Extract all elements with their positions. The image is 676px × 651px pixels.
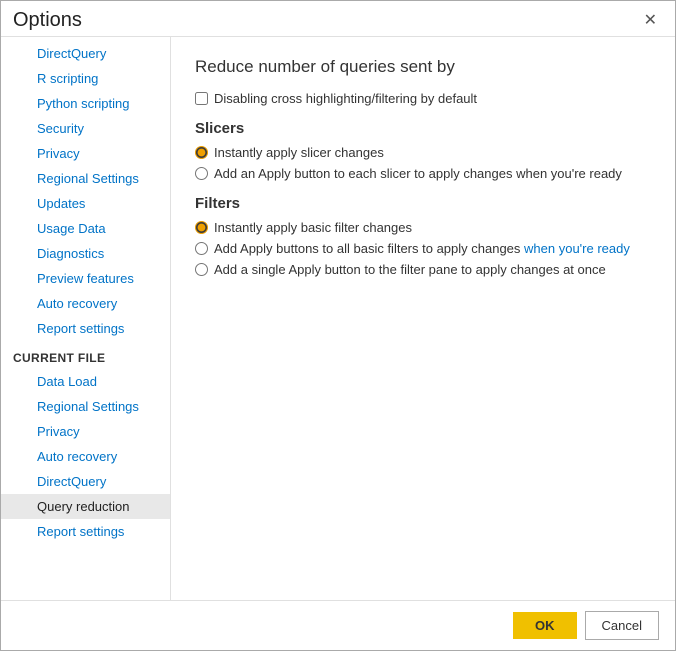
radio-label-instantly-filter: Instantly apply basic filter changes <box>214 220 412 235</box>
sidebar-item-directquery[interactable]: DirectQuery <box>1 41 170 66</box>
highlight-text: when you're ready <box>524 241 630 256</box>
radio-label-single-apply-filter: Add a single Apply button to the filter … <box>214 262 606 277</box>
sidebar-item-data-load[interactable]: Data Load <box>1 369 170 394</box>
radio-apply-button-slicer[interactable] <box>195 167 208 180</box>
sidebar-item-cf-regional-settings[interactable]: Regional Settings <box>1 394 170 419</box>
radio-label-instantly-slicer: Instantly apply slicer changes <box>214 145 384 160</box>
radio-label-apply-buttons-filters: Add Apply buttons to all basic filters t… <box>214 241 630 256</box>
radio-row-single-apply-filter: Add a single Apply button to the filter … <box>195 262 651 277</box>
filters-radio-group: Instantly apply basic filter changes Add … <box>195 220 651 277</box>
sidebar-item-privacy[interactable]: Privacy <box>1 141 170 166</box>
sidebar-scroll[interactable]: DirectQueryR scriptingPython scriptingSe… <box>1 37 170 600</box>
radio-row-apply-button-slicer: Add an Apply button to each slicer to ap… <box>195 166 651 181</box>
sidebar-item-usage-data[interactable]: Usage Data <box>1 216 170 241</box>
radio-label-apply-button-slicer: Add an Apply button to each slicer to ap… <box>214 166 622 181</box>
sidebar-item-auto-recovery[interactable]: Auto recovery <box>1 291 170 316</box>
content-area: Reduce number of queries sent by Disabli… <box>171 37 675 600</box>
title-bar: Options ✕ <box>1 1 675 36</box>
radio-instantly-slicer[interactable] <box>195 146 208 159</box>
sidebar-item-cf-query-reduction[interactable]: Query reduction <box>1 494 170 519</box>
sidebar-item-preview-features[interactable]: Preview features <box>1 266 170 291</box>
current-file-nav: Data LoadRegional SettingsPrivacyAuto re… <box>1 369 170 544</box>
sidebar: DirectQueryR scriptingPython scriptingSe… <box>1 37 171 600</box>
sidebar-item-security[interactable]: Security <box>1 116 170 141</box>
radio-single-apply-filter[interactable] <box>195 263 208 276</box>
close-button[interactable]: ✕ <box>638 11 663 31</box>
sidebar-item-report-settings[interactable]: Report settings <box>1 316 170 341</box>
sidebar-item-cf-directquery[interactable]: DirectQuery <box>1 469 170 494</box>
dialog-body: DirectQueryR scriptingPython scriptingSe… <box>1 36 675 600</box>
slicers-title: Slicers <box>195 120 651 137</box>
checkbox-row: Disabling cross highlighting/filtering b… <box>195 91 651 106</box>
radio-row-instantly-filter: Instantly apply basic filter changes <box>195 220 651 235</box>
options-dialog: Options ✕ DirectQueryR scriptingPython s… <box>0 0 676 651</box>
radio-row-instantly-slicer: Instantly apply slicer changes <box>195 145 651 160</box>
sidebar-item-r-scripting[interactable]: R scripting <box>1 66 170 91</box>
slicers-radio-group: Instantly apply slicer changes Add an App… <box>195 145 651 181</box>
cross-highlighting-checkbox[interactable] <box>195 92 208 105</box>
radio-instantly-filter[interactable] <box>195 221 208 234</box>
cancel-button[interactable]: Cancel <box>585 611 659 640</box>
radio-row-apply-buttons-filters: Add Apply buttons to all basic filters t… <box>195 241 651 256</box>
cross-highlighting-label: Disabling cross highlighting/filtering b… <box>214 91 477 106</box>
filters-title: Filters <box>195 195 651 212</box>
dialog-title: Options <box>13 9 82 32</box>
sidebar-item-python-scripting[interactable]: Python scripting <box>1 91 170 116</box>
ok-button[interactable]: OK <box>513 612 577 639</box>
sidebar-item-diagnostics[interactable]: Diagnostics <box>1 241 170 266</box>
sidebar-item-cf-auto-recovery[interactable]: Auto recovery <box>1 444 170 469</box>
sidebar-item-cf-privacy[interactable]: Privacy <box>1 419 170 444</box>
sidebar-item-updates[interactable]: Updates <box>1 191 170 216</box>
dialog-footer: OK Cancel <box>1 600 675 650</box>
content-title: Reduce number of queries sent by <box>195 57 651 77</box>
sidebar-item-regional-settings[interactable]: Regional Settings <box>1 166 170 191</box>
global-nav: DirectQueryR scriptingPython scriptingSe… <box>1 41 170 341</box>
current-file-header: CURRENT FILE <box>1 341 170 369</box>
radio-apply-buttons-filters[interactable] <box>195 242 208 255</box>
sidebar-item-cf-report-settings[interactable]: Report settings <box>1 519 170 544</box>
